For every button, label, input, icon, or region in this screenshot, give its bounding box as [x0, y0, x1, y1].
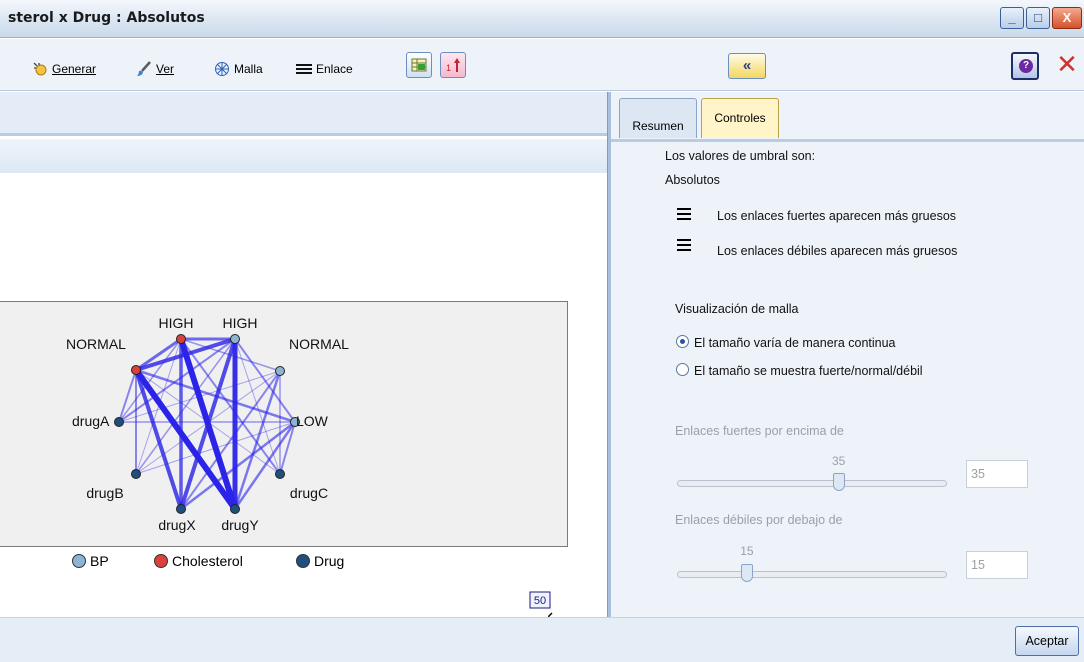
weak-below-slider-value: 15 [740, 544, 754, 558]
web-graph-panel: NORMAL HIGH HIGH NORMAL LOW drugA drugB drugC dr… [0, 92, 607, 661]
tab-summary[interactable]: Resumen [619, 98, 697, 138]
toolbar: Generar Ver Malla Enlace 1 « ? ✕ [0, 39, 1084, 91]
controls-panel: Resumen Controles Los valores de umbral … [611, 92, 1084, 617]
web-node-label: drugX [158, 517, 196, 533]
radio-continuous[interactable] [676, 335, 689, 348]
slider-value: 50 [534, 595, 546, 607]
thin-lines-icon [677, 239, 691, 254]
web-link[interactable] [135, 337, 182, 372]
web-node-label: NORMAL [66, 336, 126, 352]
web-node-label: drugB [86, 485, 123, 501]
strong-above-slider-value: 35 [832, 454, 846, 468]
weak-below-label: Enlaces débiles por debajo de [675, 513, 843, 527]
help-button[interactable]: ? [1011, 52, 1039, 80]
web-link[interactable] [279, 421, 296, 475]
link-label: Enlace [316, 62, 353, 76]
web-node-label: HIGH [223, 315, 258, 331]
web-node-label: NORMAL [289, 336, 349, 352]
web-node[interactable] [275, 366, 285, 376]
web-display-heading: Visualización de malla [675, 302, 799, 316]
thick-lines-icon [677, 208, 691, 223]
web-node[interactable] [230, 504, 240, 514]
strong-above-label: Enlaces fuertes por encima de [675, 424, 844, 438]
web-graph-area: NORMAL HIGH HIGH NORMAL LOW drugA drugB drugC dr… [0, 301, 568, 547]
tab-controls[interactable]: Controles [701, 98, 779, 138]
strong-above-slider[interactable] [677, 480, 947, 487]
bp-swatch [72, 554, 86, 568]
drug-swatch [296, 554, 310, 568]
web-node[interactable] [114, 417, 124, 427]
view-menu[interactable]: Ver [136, 60, 174, 78]
radio-discrete[interactable] [676, 363, 689, 376]
web-node-label: drugY [221, 517, 259, 533]
weak-below-slider[interactable] [677, 571, 947, 578]
web-node-label: drugC [290, 485, 328, 501]
weak-links-note: Los enlaces débiles aparecen más gruesos [717, 244, 958, 258]
strong-above-input[interactable]: 35 [966, 460, 1028, 488]
tab-underline [611, 139, 1084, 142]
radio-discrete-label[interactable]: El tamaño se muestra fuerte/normal/débil [694, 364, 923, 378]
web-link[interactable] [234, 338, 296, 423]
title-bar: sterol x Drug : Absolutos _ □ X [0, 0, 1084, 38]
strong-links-note: Los enlaces fuertes aparecen más gruesos [717, 209, 957, 223]
generate-icon [32, 61, 48, 77]
window-title: sterol x Drug : Absolutos [8, 10, 205, 26]
weak-below-thumb[interactable] [741, 564, 754, 582]
table-view-button[interactable] [406, 52, 432, 78]
web-node[interactable] [131, 365, 141, 375]
legend-label: BP [90, 553, 109, 569]
web-link[interactable] [118, 369, 137, 423]
web-node[interactable] [176, 504, 186, 514]
legend-item-drug: Drug [296, 551, 344, 571]
sort-button[interactable]: 1 [440, 52, 466, 78]
lines-icon [296, 61, 312, 77]
web-node[interactable] [131, 469, 141, 479]
web-node-label: HIGH [159, 315, 194, 331]
button-bar: Aceptar [0, 617, 1084, 662]
weak-below-input[interactable]: 15 [966, 551, 1028, 579]
web-node-label: LOW [296, 413, 329, 429]
view-label: Ver [156, 62, 175, 76]
web-icon [214, 61, 230, 77]
sort-icon: 1 [446, 58, 460, 73]
radio-continuous-label[interactable]: El tamaño varía de manera continua [694, 336, 896, 350]
header-band [0, 92, 607, 136]
close-icon: X [1062, 10, 1072, 25]
help-icon: ? [1019, 59, 1033, 73]
accept-button[interactable]: Aceptar [1015, 626, 1079, 656]
legend-item-cholesterol: Cholesterol [154, 551, 243, 571]
maximize-button[interactable]: □ [1026, 7, 1050, 29]
generate-menu[interactable]: Generar [32, 60, 96, 78]
collapse-panel-button[interactable]: « [728, 53, 766, 79]
minimize-icon: _ [1008, 10, 1016, 25]
web-link[interactable] [233, 421, 297, 510]
link-menu[interactable]: Enlace [296, 60, 353, 78]
minimize-button[interactable]: _ [1000, 7, 1024, 29]
threshold-value: Absolutos [665, 173, 720, 187]
web-node[interactable] [275, 469, 285, 479]
cholesterol-swatch [154, 554, 168, 568]
web-menu[interactable]: Malla [214, 60, 263, 78]
web-node-label: drugA [72, 413, 110, 429]
web-label: Malla [234, 62, 263, 76]
generate-label: Generar [52, 62, 97, 76]
svg-text:1: 1 [446, 63, 451, 73]
threshold-heading: Los valores de umbral son: [665, 149, 816, 163]
web-node[interactable] [176, 334, 186, 344]
table-icon [411, 58, 427, 72]
strong-above-thumb[interactable] [833, 473, 845, 491]
web-graph[interactable]: NORMAL HIGH HIGH NORMAL LOW drugA drugB drugC dr… [0, 302, 568, 546]
legend-label: Cholesterol [172, 553, 243, 569]
close-window-button[interactable]: X [1052, 7, 1082, 29]
web-node[interactable] [230, 334, 240, 344]
legend-item-bp: BP [72, 551, 109, 571]
maximize-icon: □ [1034, 10, 1042, 25]
subheader-band [0, 139, 607, 173]
legend-label: Drug [314, 553, 345, 569]
brush-icon [136, 61, 152, 77]
close-panel-button[interactable]: ✕ [1054, 52, 1080, 79]
